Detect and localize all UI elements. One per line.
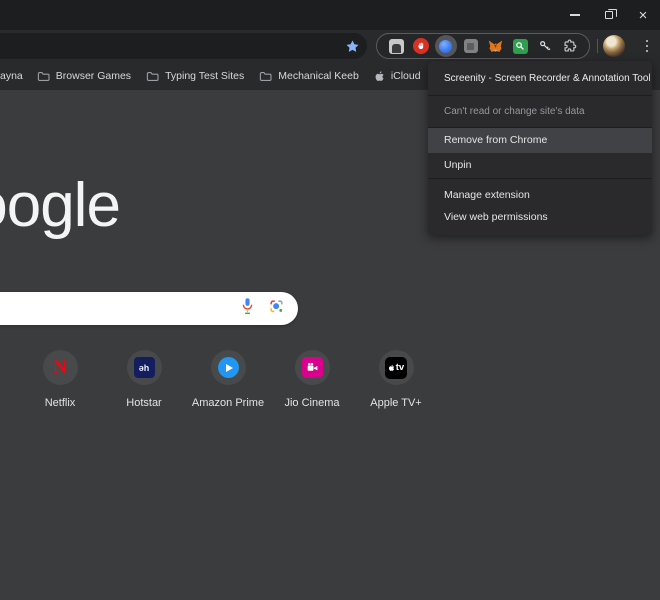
shortcut-amazon-prime[interactable]: Amazon Prime	[186, 350, 270, 409]
mic-icon[interactable]	[240, 297, 255, 321]
shortcut-circle: tv	[379, 350, 414, 385]
shortcut-label: Netflix	[45, 397, 76, 409]
screenity-icon	[439, 40, 452, 53]
hotstar-icon: ǝh	[134, 357, 155, 378]
kebab-dot	[646, 50, 649, 53]
green-magnifier-icon	[513, 39, 528, 54]
menu-item-manage-extension[interactable]: Manage extension	[428, 184, 652, 206]
bookmark-label: Browser Games	[56, 70, 131, 82]
address-bar[interactable]	[0, 33, 367, 59]
close-icon: ×	[639, 8, 648, 23]
ad-blocker-hand-icon	[413, 38, 429, 54]
key-tool-icon	[538, 39, 552, 53]
star-icon	[345, 39, 360, 54]
kebab-dot	[646, 40, 649, 43]
google-logo: Google	[0, 176, 120, 241]
screenshot-tool-icon	[389, 39, 404, 54]
metamask-fox-icon	[487, 38, 504, 55]
extension-menu-title: Screenity - Screen Recorder & Annotation…	[428, 61, 652, 95]
shortcut-label: Apple TV+	[370, 397, 421, 409]
shortcut-label: Amazon Prime	[192, 397, 264, 409]
google-logo-clip: Google	[0, 176, 132, 260]
extensions-puzzle-icon	[562, 38, 578, 54]
extensions-container	[376, 33, 590, 59]
menu-item-remove-from-chrome[interactable]: Remove from Chrome	[428, 128, 652, 153]
shortcut-apple-tv[interactable]: tv Apple TV+	[354, 350, 438, 409]
lens-icon[interactable]	[268, 298, 285, 320]
bookmark-folder-typing-test-sites[interactable]: Typing Test Sites	[146, 70, 244, 82]
extension-context-menu: Screenity - Screen Recorder & Annotation…	[428, 61, 652, 235]
shortcut-netflix[interactable]: N Netflix	[18, 350, 102, 409]
play-triangle	[226, 364, 233, 372]
bookmark-label: ayna	[0, 70, 23, 82]
shortcut-circle	[211, 350, 246, 385]
muted-extension-button[interactable]	[460, 35, 482, 57]
key-extension-button[interactable]	[534, 35, 556, 57]
shortcut-label: Hotstar	[126, 397, 161, 409]
folder-icon	[37, 71, 50, 82]
browser-window: ×	[0, 0, 660, 600]
apple-tv-icon: tv	[385, 357, 407, 379]
browser-toolbar	[0, 30, 660, 62]
apple-icon	[374, 70, 385, 83]
close-button[interactable]: ×	[626, 0, 660, 30]
chrome-menu-button[interactable]	[639, 35, 655, 57]
menu-item-unpin[interactable]: Unpin	[428, 153, 652, 178]
minimize-icon	[570, 14, 580, 16]
folder-icon	[146, 71, 159, 82]
tv-text: tv	[396, 362, 404, 373]
bookmark-label: Typing Test Sites	[165, 70, 244, 82]
muted-extension-icon	[464, 39, 478, 53]
adblocker-extension-button[interactable]	[410, 35, 432, 57]
shortcut-hotstar[interactable]: ǝh Hotstar	[102, 350, 186, 409]
apple-glyph	[388, 364, 395, 372]
minimize-button[interactable]	[558, 0, 592, 30]
extensions-menu-button[interactable]	[559, 35, 581, 57]
kebab-dot	[646, 45, 649, 48]
menu-item-view-web-permissions[interactable]: View web permissions	[428, 206, 652, 228]
shortcut-tiles: N Netflix ǝh Hotstar Amazon Prime Jio Ci…	[0, 350, 660, 430]
window-controls: ×	[558, 0, 660, 30]
restore-icon	[605, 11, 613, 19]
prime-play-icon	[218, 357, 239, 378]
netflix-icon: N	[53, 357, 67, 379]
jio-camera-icon	[302, 357, 323, 378]
shortcut-circle: N	[43, 350, 78, 385]
menu-bottom-section: Manage extension View web permissions	[428, 179, 652, 231]
shortcut-label: Jio Cinema	[284, 397, 339, 409]
bookmark-folder-browser-games[interactable]: Browser Games	[37, 70, 131, 82]
bookmark-star-button[interactable]	[344, 38, 360, 54]
screenshot-extension-button[interactable]	[385, 35, 407, 57]
toolbar-separator	[597, 39, 598, 53]
search-box[interactable]	[0, 292, 298, 325]
screenity-extension-button[interactable]	[435, 35, 457, 57]
restore-button[interactable]	[592, 0, 626, 30]
bookmark-label: Mechanical Keeb	[278, 70, 359, 82]
bookmark-label: iCloud	[391, 70, 421, 82]
folder-icon	[259, 71, 272, 82]
titlebar: ×	[0, 0, 660, 30]
bookmark-folder-mechanical-keeb[interactable]: Mechanical Keeb	[259, 70, 359, 82]
magnifier-extension-button[interactable]	[509, 35, 531, 57]
bookmark-item-ayna[interactable]: ayna	[0, 70, 23, 82]
shortcut-jio-cinema[interactable]: Jio Cinema	[270, 350, 354, 409]
extension-menu-status: Can't read or change site's data	[428, 96, 652, 127]
metamask-extension-button[interactable]	[484, 35, 506, 57]
bookmark-item-icloud[interactable]: iCloud	[374, 70, 421, 83]
shortcut-circle	[295, 350, 330, 385]
profile-avatar[interactable]	[603, 35, 625, 57]
shortcut-circle: ǝh	[127, 350, 162, 385]
